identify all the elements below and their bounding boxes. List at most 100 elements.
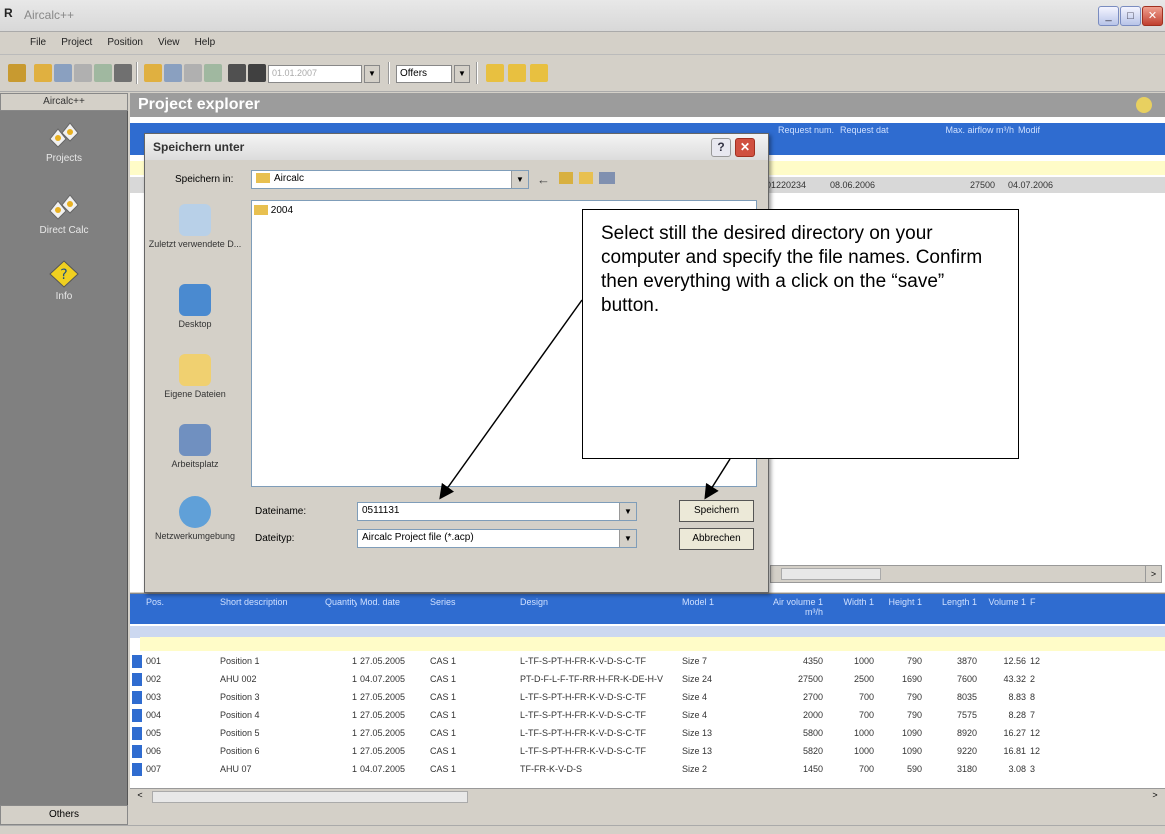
copy-icon[interactable] [94,64,112,82]
copy-position-icon[interactable] [204,64,222,82]
row-selector[interactable] [132,655,142,668]
table-cell: 1690 [901,674,922,684]
copy-offer-icon[interactable] [508,64,526,82]
others-button[interactable]: Others [0,805,128,825]
column-header[interactable]: Design [520,597,680,607]
table-row[interactable]: 004 Position 4 1 27.05.2005 CAS 1 L-TF-S-PT-H… [130,708,1165,724]
column-header[interactable]: F [1030,597,1060,607]
column-header[interactable]: Series [430,597,516,607]
save-in-value: Aircalc [274,173,305,184]
column-header[interactable]: Pos. [146,597,206,607]
column-header[interactable]: Volume 1 [982,597,1026,607]
filetype-dropdown-arrow[interactable]: ▼ [619,530,636,547]
new-project-icon[interactable] [8,64,26,82]
up-folder-icon[interactable] [559,172,573,184]
scrollbar-thumb[interactable] [152,791,468,803]
filetype-select[interactable]: Aircalc Project file (*.acp) ▼ [357,529,637,548]
filter-row[interactable] [140,637,1165,651]
table-row[interactable]: 005 Position 5 1 27.05.2005 CAS 1 L-TF-S-PT-H… [130,726,1165,742]
date-dropdown-arrow[interactable]: ▼ [364,65,380,83]
column-header[interactable]: Length 1 [925,597,977,607]
column-header[interactable]: Width 1 [830,597,874,607]
save-position-icon[interactable] [164,64,182,82]
table-row[interactable]: 002 AHU 002 1 04.07.2005 CAS 1 PT-D-F-L-F-TF-… [130,672,1165,688]
minimize-button[interactable]: _ [1098,6,1119,26]
bottom-scrollbar[interactable]: < > [130,788,1165,806]
col-max-airflow[interactable]: Max. airflow m³/h [926,125,1014,135]
col-request-num[interactable]: Request num. [778,125,834,135]
table-cell: 2500 [853,674,874,684]
menu-view[interactable]: View [152,33,186,52]
close-button[interactable]: ✕ [1142,6,1163,26]
projects-icon [49,122,79,148]
menu-file[interactable]: File [24,33,52,52]
menu-project[interactable]: Project [55,33,98,52]
explorer-options-icon[interactable] [1136,97,1152,113]
view-menu-icon[interactable] [599,172,615,184]
row-selector[interactable] [132,673,142,686]
cut-icon[interactable] [74,64,92,82]
column-header[interactable]: Air volume 1 m³/h [763,597,823,617]
offers-dropdown-arrow[interactable]: ▼ [454,65,470,83]
find-next-icon[interactable] [248,64,266,82]
save-in-dropdown-arrow[interactable]: ▼ [511,171,528,188]
cancel-button[interactable]: Abbrechen [679,528,754,550]
save-button[interactable]: Speichern [679,500,754,522]
cut-position-icon[interactable] [184,64,202,82]
save-in-select[interactable]: Aircalc ▼ [251,170,529,189]
table-cell: 003 [146,692,162,702]
filetype-value: Aircalc Project file (*.acp) [362,532,474,543]
menu-position[interactable]: Position [101,33,149,52]
col-modif[interactable]: Modif [1018,125,1040,135]
place-my-computer[interactable]: Arbeitsplatz [145,424,245,469]
col-request-date[interactable]: Request dat [840,125,889,135]
table-row[interactable]: 006 Position 6 1 27.05.2005 CAS 1 L-TF-S-PT-H… [130,744,1165,760]
table-row[interactable]: 001 Position 1 1 27.05.2005 CAS 1 L-TF-S-PT-H… [130,654,1165,670]
column-header[interactable]: Short description [220,597,320,607]
print-icon[interactable] [114,64,132,82]
place-recent[interactable]: Zuletzt verwendete D... [145,204,245,249]
horizontal-scrollbar[interactable]: > [770,565,1162,583]
place-desktop[interactable]: Desktop [145,284,245,329]
scroll-left-arrow[interactable]: < [132,790,148,805]
column-header[interactable]: Model 1 [682,597,758,607]
add-offer-icon[interactable] [486,64,504,82]
delete-offer-icon[interactable] [530,64,548,82]
new-folder-icon[interactable] [579,172,593,184]
column-header[interactable]: Height 1 [878,597,922,607]
table-row[interactable]: 007 AHU 07 1 04.07.2005 CAS 1 TF-FR-K-V-D-S Si… [130,762,1165,778]
open-position-icon[interactable] [144,64,162,82]
save-icon[interactable] [54,64,72,82]
find-icon[interactable] [228,64,246,82]
dialog-close-button[interactable]: ✕ [735,138,755,157]
row-selector[interactable] [132,763,142,776]
place-network[interactable]: Netzwerkumgebung [145,496,245,541]
row-selector[interactable] [132,727,142,740]
place-my-documents[interactable]: Eigene Dateien [145,354,245,399]
back-icon[interactable]: ← [537,172,550,187]
open-icon[interactable] [34,64,52,82]
filename-input[interactable]: 0511131 ▼ [357,502,637,521]
row-selector[interactable] [132,709,142,722]
maximize-button[interactable]: □ [1120,6,1141,26]
help-button[interactable]: ? [711,138,731,157]
nav-direct-calc[interactable]: Direct Calc [0,193,128,236]
column-header[interactable]: Quantity [325,597,357,607]
column-header[interactable]: Mod. date [360,597,426,607]
date-picker[interactable]: 01.01.2007 [268,65,362,83]
row-selector[interactable] [132,691,142,704]
menu-help[interactable]: Help [189,33,222,52]
scroll-right-arrow[interactable]: > [1145,566,1161,582]
table-cell: 43.32 [1003,674,1026,684]
folder-item[interactable]: 2004 [254,205,293,216]
desktop-icon [179,284,211,316]
nav-info[interactable]: ? Info [0,259,128,302]
row-selector[interactable] [132,745,142,758]
filename-dropdown-arrow[interactable]: ▼ [619,503,636,520]
table-cell: 1 [351,674,357,684]
scroll-right-arrow[interactable]: > [1147,790,1163,805]
offers-select[interactable]: Offers [396,65,452,83]
nav-projects[interactable]: Projects [0,121,128,164]
table-row[interactable]: 003 Position 3 1 27.05.2005 CAS 1 L-TF-S-PT-H… [130,690,1165,706]
scrollbar-thumb[interactable] [781,568,881,580]
